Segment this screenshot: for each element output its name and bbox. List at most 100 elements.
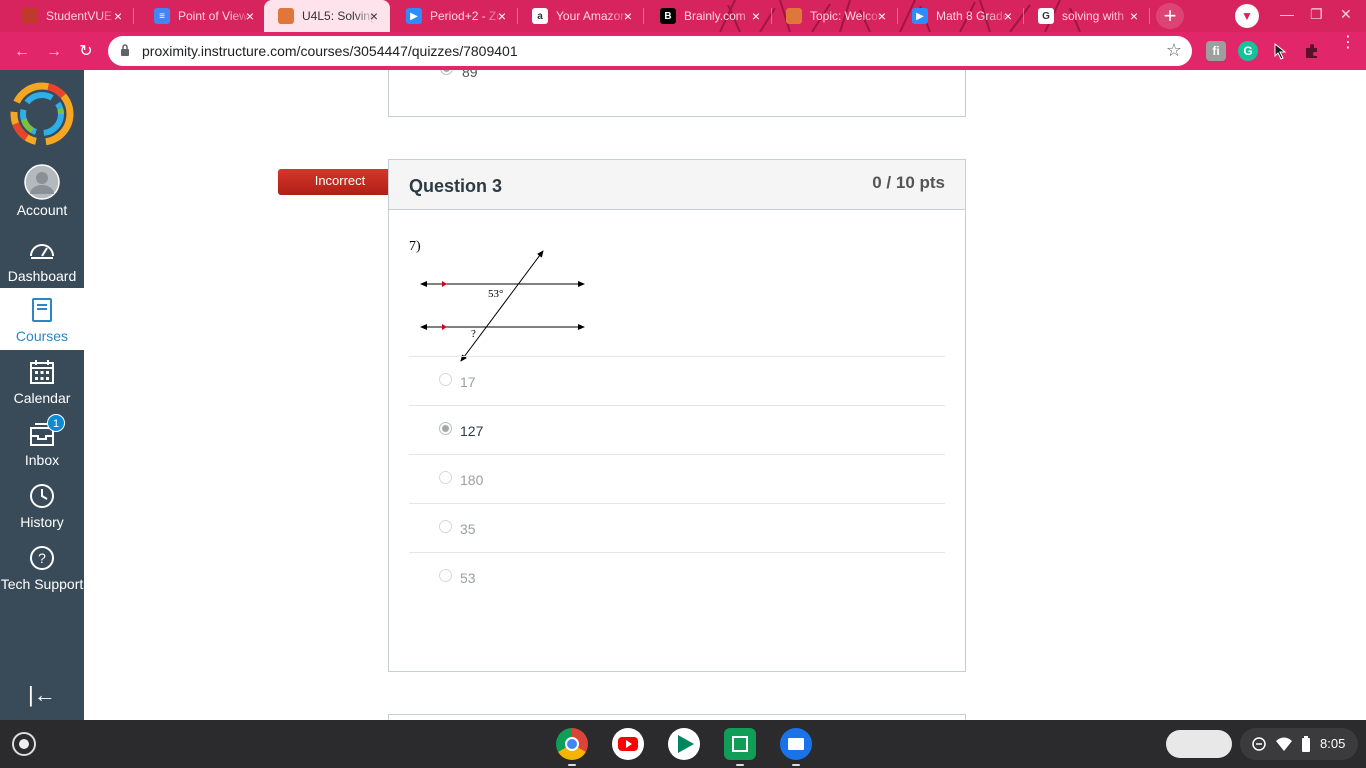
browser-tab[interactable]: U4L5: Solving × <box>264 0 390 32</box>
collapse-nav-icon[interactable]: |← <box>28 682 56 708</box>
answer-radio[interactable] <box>439 422 452 435</box>
browser-tab[interactable]: ≡ Point of View × <box>140 0 266 32</box>
tab-title: Topic: Welcome <box>810 9 884 23</box>
files-icon[interactable] <box>780 728 812 766</box>
tab-title: Math 8 Grade <box>936 9 1010 23</box>
close-tab-icon[interactable]: × <box>366 8 382 24</box>
browser-tab[interactable]: StudentVUE × <box>8 0 134 32</box>
answer-option[interactable]: 127 <box>409 405 945 454</box>
restore-icon[interactable]: ❐ <box>1310 6 1323 23</box>
close-tab-icon[interactable]: × <box>748 8 764 24</box>
close-tab-icon[interactable]: × <box>620 8 636 24</box>
calendar-icon <box>30 360 54 384</box>
canvas-global-nav: Account Dashboard Courses Calendar 1 Inb… <box>0 70 84 720</box>
pinned-pods-widget[interactable] <box>1166 730 1232 758</box>
studentvue-icon <box>22 8 38 24</box>
browser-tab[interactable]: Gsolving with × <box>1024 0 1150 32</box>
answer-option[interactable]: 53 <box>409 552 945 601</box>
nav-calendar[interactable]: Calendar <box>0 350 84 412</box>
browser-menu-icon[interactable]: ⋮ <box>1340 35 1356 51</box>
bookmark-star-icon[interactable]: ☆ <box>1166 40 1182 61</box>
nav-inbox[interactable]: 1 Inbox <box>0 412 84 474</box>
amazon-icon: a <box>532 8 548 24</box>
system-tray[interactable]: 8:05 <box>1240 728 1358 760</box>
tab-title: solving with <box>1062 9 1125 23</box>
incorrect-status-flag: Incorrect <box>278 169 412 195</box>
browser-tab[interactable]: B Brainly.com × <box>646 0 772 32</box>
nav-label: Account <box>16 202 68 218</box>
answer-option[interactable]: 17 <box>409 356 945 405</box>
youtube-icon[interactable] <box>612 728 644 760</box>
browser-tab[interactable]: Topic: Welcome× <box>772 0 898 32</box>
answer-option[interactable]: 180 <box>409 454 945 503</box>
nav-history[interactable]: History <box>0 474 84 536</box>
launcher-icon[interactable] <box>12 732 36 756</box>
close-tab-icon[interactable]: × <box>1000 8 1016 24</box>
close-tab-icon[interactable]: × <box>1126 8 1142 24</box>
chromeos-shelf: 8:05 <box>0 720 1366 768</box>
close-window-icon[interactable]: ✕ <box>1340 6 1352 23</box>
help-icon: ? <box>30 546 54 570</box>
tab-title: Your Amazon <box>556 9 627 23</box>
profile-menu-button[interactable]: ▼ <box>1235 4 1259 28</box>
browser-tab-strip: StudentVUE × ≡ Point of View × U4L5: Solving ×… <box>0 0 1366 32</box>
minimize-icon[interactable]: — <box>1280 6 1294 22</box>
answer-radio[interactable] <box>440 70 453 75</box>
close-tab-icon[interactable]: × <box>874 8 890 24</box>
answer-radio[interactable] <box>439 373 452 386</box>
close-tab-icon[interactable]: × <box>494 8 510 24</box>
question-card: Question 3 0 / 10 pts 7) 53° ? 17 127 180 3… <box>388 159 966 672</box>
angle-label-53: 53° <box>488 288 503 300</box>
nav-dashboard[interactable]: Dashboard <box>0 228 84 290</box>
browser-tab[interactable]: ▶ Period+2 - Zoom× <box>392 0 518 32</box>
browser-tab[interactable]: a Your Amazon × <box>518 0 644 32</box>
battery-icon <box>1302 736 1310 752</box>
extensions-puzzle-icon[interactable] <box>1302 41 1322 61</box>
canvas-logo[interactable] <box>6 78 78 150</box>
nav-courses[interactable]: Courses <box>0 288 84 350</box>
courses-icon <box>32 298 52 322</box>
canvas-icon <box>278 8 294 24</box>
answer-text: 127 <box>460 423 484 439</box>
reload-button[interactable]: ↻ <box>76 42 96 62</box>
nav-account[interactable]: Account <box>0 162 84 224</box>
do-not-disturb-icon <box>1252 737 1266 751</box>
chrome-icon[interactable] <box>556 728 588 766</box>
answer-radio[interactable] <box>439 471 452 484</box>
cursor-extension-icon[interactable] <box>1270 41 1290 61</box>
nav-label: History <box>20 514 64 530</box>
forward-button[interactable]: → <box>44 42 64 62</box>
answer-radio[interactable] <box>439 520 452 533</box>
answer-option[interactable]: 35 <box>409 503 945 552</box>
new-tab-button[interactable]: + <box>1156 3 1184 29</box>
answer-text: 35 <box>460 521 476 537</box>
tab-title: Point of View <box>178 9 248 23</box>
nav-tech-support[interactable]: ? Tech Support <box>0 536 84 598</box>
close-tab-icon[interactable]: × <box>242 8 258 24</box>
account-avatar-icon <box>24 164 60 200</box>
browser-tab[interactable]: ▶ Math 8 Grade × <box>898 0 1024 32</box>
nav-label: Dashboard <box>7 268 77 284</box>
back-button[interactable]: ← <box>12 42 32 62</box>
address-bar[interactable]: proximity.instructure.com/courses/305444… <box>108 36 1192 66</box>
parallel-lines-transversal-figure: 7) 53° ? <box>409 239 585 362</box>
answer-radio[interactable] <box>439 569 452 582</box>
sheets-icon[interactable] <box>724 728 756 766</box>
inbox-unread-badge: 1 <box>47 414 65 432</box>
close-tab-icon[interactable]: × <box>110 8 126 24</box>
transversal-line <box>460 250 544 362</box>
parallel-marker-bottom <box>442 324 447 330</box>
answer-text: 180 <box>460 472 484 488</box>
tab-title: Period+2 - Zoom <box>430 9 504 23</box>
extension-ext1-icon[interactable]: fi <box>1206 41 1226 61</box>
previous-question-card: 89 <box>388 70 966 117</box>
tab-title: U4L5: Solving <box>302 9 376 23</box>
question-points: 0 / 10 pts <box>872 173 945 192</box>
problem-number: 7) <box>409 239 421 254</box>
play-store-icon[interactable] <box>668 728 700 760</box>
google-docs-icon: ≡ <box>154 8 170 24</box>
grammarly-icon[interactable]: G <box>1238 41 1258 61</box>
url-text[interactable]: proximity.instructure.com/courses/305444… <box>142 43 518 59</box>
brainly-icon: B <box>660 8 676 24</box>
nav-label: Inbox <box>24 452 60 468</box>
